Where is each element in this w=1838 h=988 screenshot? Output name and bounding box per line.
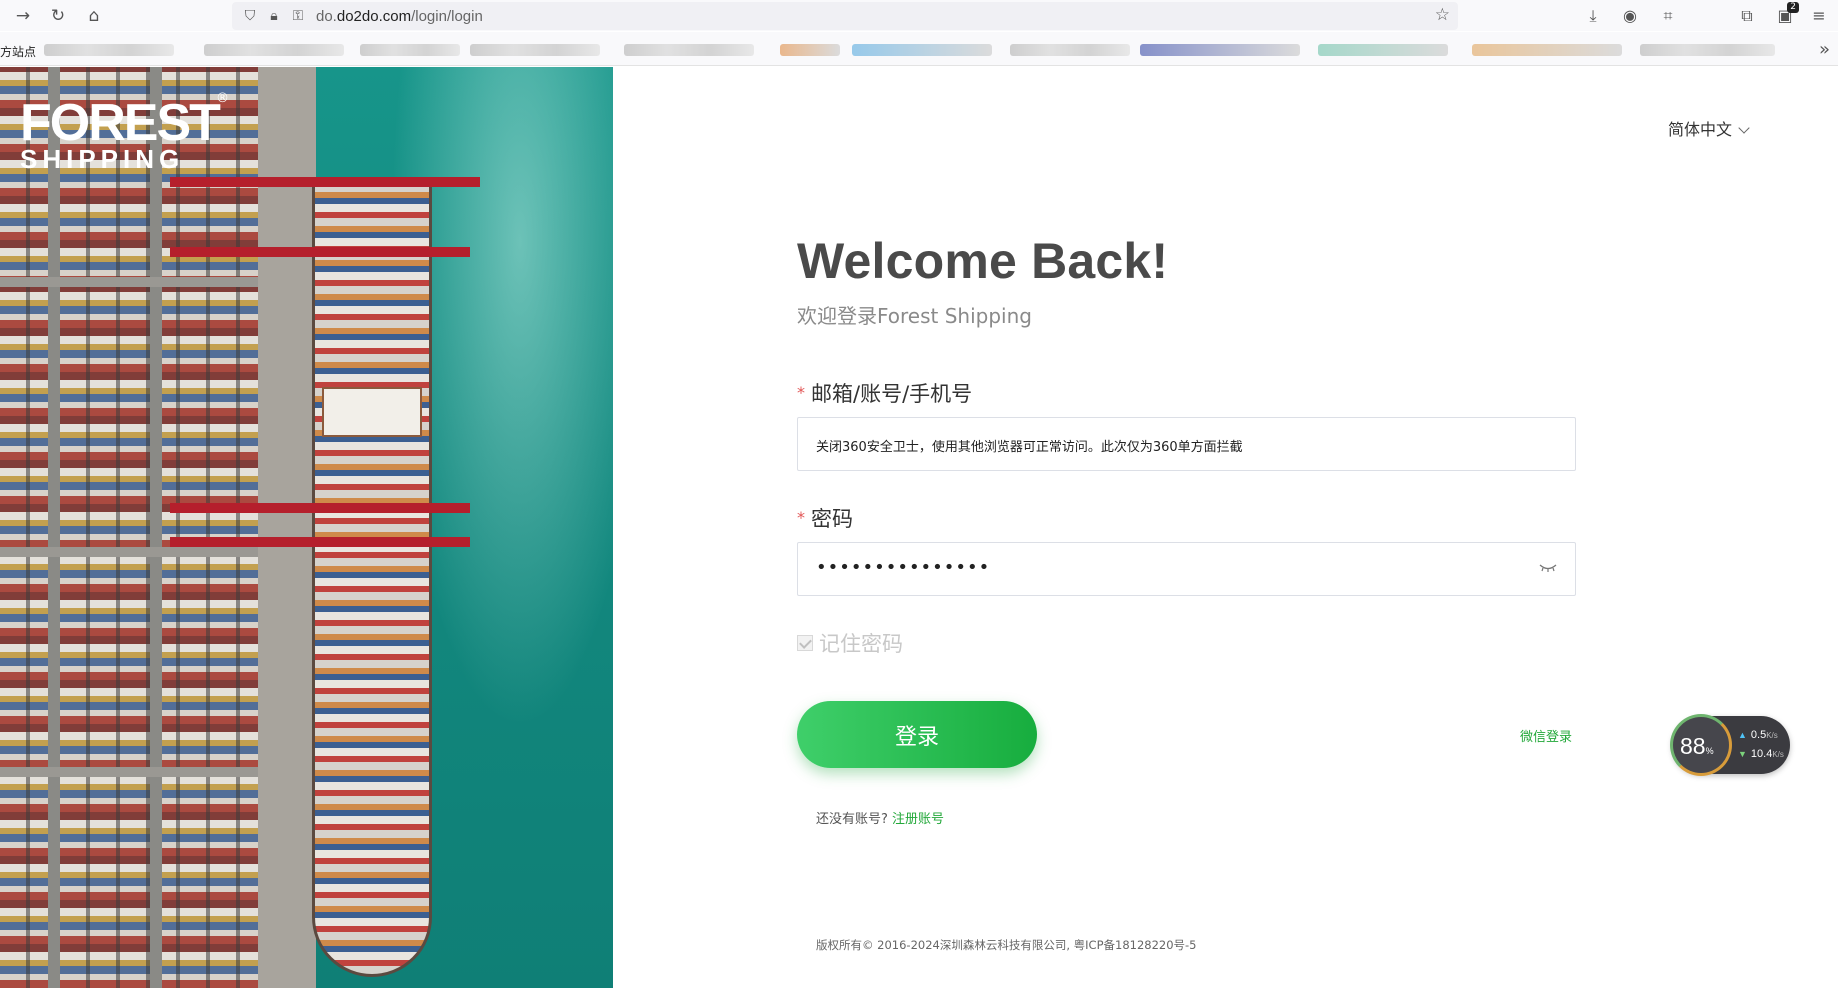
bookmarks-bar: 方站点 » bbox=[0, 32, 1838, 66]
browser-toolbar: → ↻ ⌂ ⛉ 🔒︎ ⚿ do.do2do.com/login/login ☆ … bbox=[0, 0, 1838, 31]
eye-closed-icon[interactable] bbox=[1539, 562, 1557, 574]
no-account-text: 还没有账号? bbox=[816, 812, 888, 827]
language-selector[interactable]: 简体中文 bbox=[1668, 116, 1750, 140]
account-field-label: * 邮箱/账号/手机号 bbox=[797, 378, 972, 408]
crane bbox=[170, 177, 480, 187]
bookmark-item-blurred[interactable] bbox=[1640, 44, 1775, 56]
password-input-value: ••••••••••••••• bbox=[816, 557, 991, 578]
yard-road bbox=[150, 67, 162, 988]
quay bbox=[258, 67, 316, 988]
upload-value: 0.5 bbox=[1750, 729, 1767, 741]
download-icon[interactable]: ⤓ bbox=[1582, 5, 1604, 27]
shield-icon[interactable]: ⛉ bbox=[240, 6, 260, 26]
registered-mark: ® bbox=[216, 91, 229, 106]
hero-port-image: FOREST SHIPPING ® bbox=[0, 67, 613, 988]
bookmark-item-blurred[interactable] bbox=[1140, 44, 1300, 56]
lock-icon[interactable]: 🔒︎ bbox=[264, 6, 284, 26]
account-icon[interactable]: ◉ bbox=[1619, 5, 1641, 27]
chevron-down-icon bbox=[1738, 122, 1750, 134]
reload-icon[interactable]: ↻ bbox=[47, 5, 69, 27]
upload-arrow-icon: ▲ bbox=[1738, 730, 1747, 740]
required-mark: * bbox=[797, 383, 805, 402]
network-speed-widget[interactable]: 88% ▲ 0.5K/s ▼ 10.4K/s bbox=[1670, 714, 1790, 776]
account-input-value: 关闭360安全卫士，使用其他浏览器可正常访问。此次仅为360单方面拦截 bbox=[816, 440, 1243, 455]
language-label: 简体中文 bbox=[1668, 120, 1733, 139]
download-unit: K/s bbox=[1772, 750, 1784, 759]
page-subtitle: 欢迎登录Forest Shipping bbox=[797, 304, 1032, 328]
key-icon[interactable]: ⚿ bbox=[288, 6, 308, 26]
extension-badge: 2 bbox=[1787, 2, 1799, 13]
url-domain: do2do.com bbox=[336, 8, 412, 25]
menu-icon[interactable]: ≡ bbox=[1808, 5, 1830, 27]
remember-checkbox[interactable] bbox=[797, 635, 813, 651]
required-mark: * bbox=[797, 508, 805, 527]
upload-speed: ▲ 0.5K/s bbox=[1738, 729, 1778, 741]
logo-line1: FOREST bbox=[20, 94, 221, 152]
footer-copyright: 版权所有© 2016-2024深圳森林云科技有限公司, 粤ICP备1812822… bbox=[816, 938, 1197, 952]
home-icon[interactable]: ⌂ bbox=[83, 5, 105, 27]
bookmark-item-blurred[interactable] bbox=[1318, 44, 1448, 56]
password-input[interactable]: ••••••••••••••• bbox=[797, 542, 1576, 596]
bookmark-item-blurred[interactable] bbox=[780, 44, 840, 56]
bookmark-item-blurred[interactable] bbox=[1472, 44, 1622, 56]
bookmark-item-blurred[interactable] bbox=[1010, 44, 1130, 56]
url-path: /login/login bbox=[411, 8, 483, 25]
wechat-login-link[interactable]: 微信登录 bbox=[1520, 726, 1572, 745]
upload-unit: K/s bbox=[1766, 731, 1778, 740]
speed-percent: 88% bbox=[1680, 733, 1714, 760]
bookmark-item-blurred[interactable] bbox=[624, 44, 754, 56]
yard-road bbox=[48, 67, 60, 988]
bookmark-star-icon[interactable]: ☆ bbox=[1435, 5, 1450, 25]
remember-password[interactable]: 记住密码 bbox=[797, 628, 903, 658]
forward-icon[interactable]: → bbox=[12, 5, 34, 27]
address-bar[interactable]: ⛉ 🔒︎ ⚿ do.do2do.com/login/login ☆ bbox=[232, 2, 1458, 30]
bookmark-item-blurred[interactable] bbox=[204, 44, 344, 56]
bookmark-item-blurred[interactable] bbox=[44, 44, 174, 56]
extensions-icon[interactable]: ⧉ bbox=[1736, 5, 1758, 27]
signup-prompt: 还没有账号? 注册账号 bbox=[816, 808, 944, 827]
url-prefix: do. bbox=[316, 8, 337, 25]
account-input[interactable]: 关闭360安全卫士，使用其他浏览器可正常访问。此次仅为360单方面拦截 bbox=[797, 417, 1576, 471]
container-ship bbox=[312, 177, 432, 977]
ship-bridge bbox=[322, 387, 422, 437]
forest-shipping-logo: FOREST SHIPPING ® bbox=[20, 91, 229, 172]
bookmark-item-blurred[interactable] bbox=[470, 44, 600, 56]
register-link[interactable]: 注册账号 bbox=[892, 812, 944, 827]
crane bbox=[170, 247, 470, 257]
extension-icon[interactable]: ▣ 2 bbox=[1774, 2, 1799, 27]
account-label-text: 邮箱/账号/手机号 bbox=[811, 382, 973, 406]
download-value: 10.4 bbox=[1750, 748, 1773, 760]
screenshot-icon[interactable]: ⌗ bbox=[1657, 5, 1679, 27]
url-text[interactable]: do.do2do.com/login/login bbox=[316, 8, 483, 25]
password-field-label: * 密码 bbox=[797, 503, 853, 533]
crane bbox=[170, 503, 470, 513]
password-label-text: 密码 bbox=[811, 507, 853, 531]
page-title: Welcome Back! bbox=[797, 233, 1169, 289]
bookmark-item-blurred[interactable] bbox=[852, 44, 992, 56]
bookmark-item-blurred[interactable] bbox=[360, 44, 460, 56]
download-arrow-icon: ▼ bbox=[1738, 749, 1747, 759]
remember-label: 记住密码 bbox=[819, 632, 903, 656]
bookmark-item[interactable]: 方站点 bbox=[0, 43, 36, 60]
bookmarks-overflow-icon[interactable]: » bbox=[1819, 39, 1830, 60]
login-button[interactable]: 登录 bbox=[797, 701, 1037, 768]
speed-percent-value: 88 bbox=[1680, 733, 1706, 759]
download-speed: ▼ 10.4K/s bbox=[1738, 748, 1784, 760]
speed-percent-unit: % bbox=[1705, 746, 1714, 756]
crane bbox=[170, 537, 470, 547]
